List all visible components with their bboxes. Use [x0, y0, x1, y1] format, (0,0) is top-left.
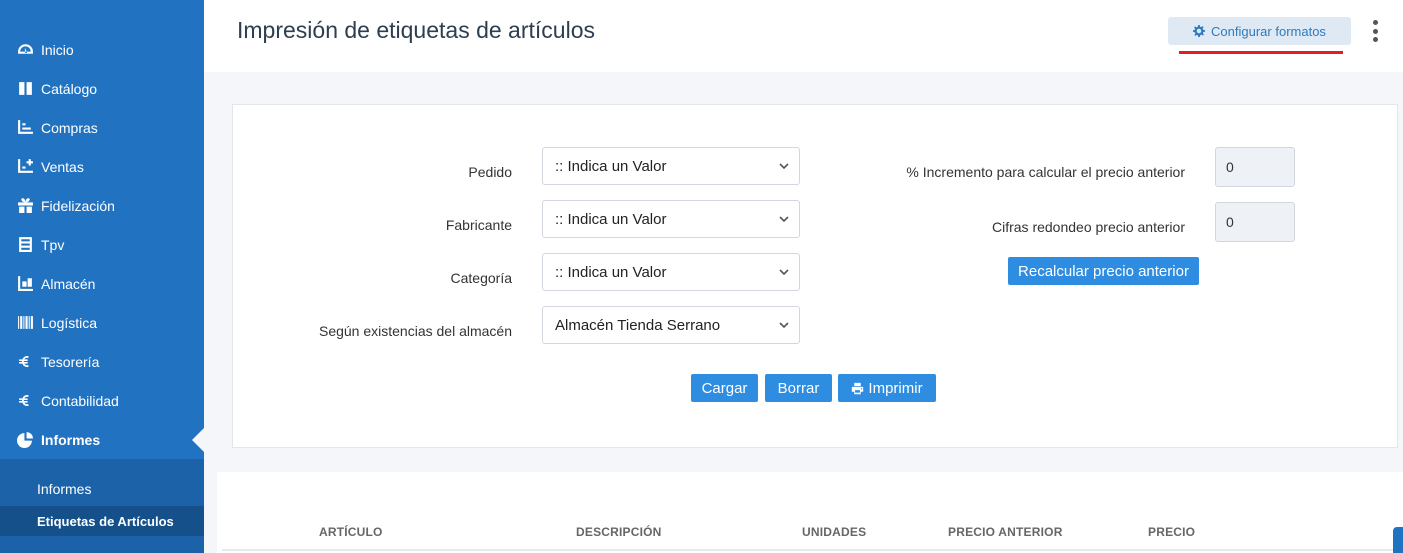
- pie-chart-icon: [16, 431, 34, 449]
- sidebar-item-contabilidad[interactable]: Contabilidad: [0, 381, 204, 420]
- print-button[interactable]: Imprimir: [838, 374, 936, 402]
- page-title: Impresión de etiquetas de artículos: [237, 17, 595, 43]
- submenu-item-label: Informes: [37, 481, 92, 497]
- dashboard-icon: [16, 41, 34, 59]
- results-table: ARTÍCULO DESCRIPCIÓN UNIDADES PRECIO ANT…: [217, 472, 1403, 553]
- euro-icon: [16, 392, 34, 410]
- table-header-divider: [222, 549, 1403, 551]
- submenu-item-label: Etiquetas de Artículos: [37, 513, 174, 529]
- sidebar-item-fidelizacion[interactable]: Fidelización: [0, 186, 204, 225]
- sidebar-item-label: Compras: [41, 119, 98, 136]
- categoria-select[interactable]: :: Indica un Valor: [542, 253, 800, 291]
- sidebar-item-label: Ventas: [41, 158, 84, 175]
- print-label: Imprimir: [868, 379, 923, 397]
- euro-icon: [16, 353, 34, 371]
- more-options-icon[interactable]: [1367, 18, 1383, 44]
- chevron-down-icon: [778, 160, 790, 172]
- sidebar-item-label: Catálogo: [41, 80, 98, 97]
- clear-button[interactable]: Borrar: [765, 374, 832, 402]
- barcode-icon: [16, 314, 34, 332]
- pedido-label: Pedido: [468, 164, 512, 180]
- almacen-select-value: Almacén Tienda Serrano: [555, 316, 721, 334]
- cart-plus-icon: [16, 158, 34, 176]
- gear-icon: [1193, 25, 1211, 37]
- load-button[interactable]: Cargar: [691, 374, 758, 402]
- sidebar-item-logistica[interactable]: Logística: [0, 303, 204, 342]
- fabricante-select[interactable]: :: Indica un Valor: [542, 200, 800, 238]
- column-header-unidades[interactable]: UNIDADES: [802, 525, 866, 539]
- almacen-label: Según existencias del almacén: [318, 323, 512, 339]
- configure-formats-label: Configurar formatos: [1211, 23, 1326, 39]
- book-icon: [16, 80, 34, 98]
- pedido-select-value: :: Indica un Valor: [555, 157, 667, 175]
- categoria-label: Categoría: [450, 270, 512, 286]
- sidebar-item-catalogo[interactable]: Catálogo: [0, 69, 204, 108]
- gift-icon: [16, 197, 34, 215]
- cart-icon: [16, 119, 34, 137]
- cifras-label: Cifras redondeo precio anterior: [992, 219, 1185, 235]
- fabricante-select-value: :: Indica un Valor: [555, 210, 667, 228]
- sidebar-item-compras[interactable]: Compras: [0, 108, 204, 147]
- sidebar-submenu: Informes Etiquetas de Artículos: [0, 459, 204, 553]
- sidebar-item-label: Almacén: [41, 275, 96, 292]
- warehouse-icon: [16, 275, 34, 293]
- side-tab[interactable]: [1393, 527, 1403, 553]
- recalculate-button[interactable]: Recalcular precio anterior: [1008, 257, 1199, 285]
- submenu-item-informes[interactable]: Informes: [0, 474, 204, 504]
- receipt-icon: [16, 236, 34, 254]
- sidebar-item-label: Tpv: [41, 236, 65, 253]
- chevron-down-icon: [778, 213, 790, 225]
- cifras-input[interactable]: 0: [1215, 202, 1295, 242]
- incremento-label: % Incremento para calcular el precio ant…: [906, 164, 1185, 180]
- categoria-select-value: :: Indica un Valor: [555, 263, 667, 281]
- column-header-descripcion[interactable]: DESCRIPCIÓN: [576, 525, 662, 539]
- configure-formats-button[interactable]: Configurar formatos: [1168, 17, 1351, 45]
- almacen-select[interactable]: Almacén Tienda Serrano: [542, 306, 800, 344]
- column-header-precio[interactable]: PRECIO: [1148, 525, 1195, 539]
- pedido-select[interactable]: :: Indica un Valor: [542, 147, 800, 185]
- sidebar-item-ventas[interactable]: Ventas: [0, 147, 204, 186]
- column-header-articulo[interactable]: ARTÍCULO: [319, 525, 383, 539]
- chevron-down-icon: [778, 319, 790, 331]
- chevron-down-icon: [778, 266, 790, 278]
- sidebar-item-label: Logística: [41, 314, 98, 331]
- sidebar-item-tesoreria[interactable]: Tesorería: [0, 342, 204, 381]
- submenu-item-etiquetas[interactable]: Etiquetas de Artículos: [0, 506, 204, 536]
- sidebar-item-inicio[interactable]: Inicio: [0, 30, 204, 69]
- sidebar-item-almacen[interactable]: Almacén: [0, 264, 204, 303]
- sidebar: Inicio Catálogo Compras Ventas Fidelizac…: [0, 0, 204, 553]
- column-header-precio-anterior[interactable]: PRECIO ANTERIOR: [948, 525, 1063, 539]
- sidebar-item-label: Contabilidad: [41, 392, 119, 409]
- sidebar-item-label: Informes: [41, 431, 101, 448]
- page-header: Impresión de etiquetas de artículos Conf…: [204, 0, 1403, 72]
- highlight-underline: [1179, 51, 1343, 54]
- incremento-input[interactable]: 0: [1215, 147, 1295, 187]
- sidebar-item-tpv[interactable]: Tpv: [0, 225, 204, 264]
- sidebar-item-label: Tesorería: [41, 353, 100, 370]
- fabricante-label: Fabricante: [445, 217, 512, 233]
- sidebar-item-informes[interactable]: Informes: [0, 420, 204, 459]
- sidebar-item-label: Inicio: [41, 41, 74, 58]
- print-icon: [851, 382, 868, 395]
- sidebar-item-label: Fidelización: [41, 197, 115, 214]
- filter-form-panel: Pedido :: Indica un Valor Fabricante :: …: [232, 104, 1398, 448]
